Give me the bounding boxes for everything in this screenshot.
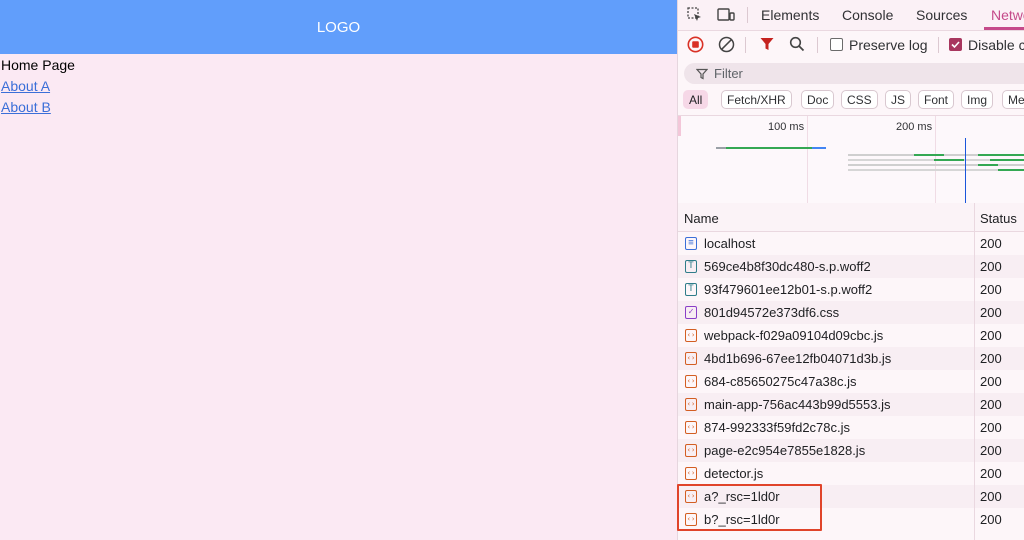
stylesheet-icon: ✓ [685,306,697,319]
table-row[interactable]: ✓ 801d94572e373df6.css 200 [678,301,1024,324]
request-status: 200 [980,351,1002,366]
table-row[interactable]: T 569ce4b8f30dc480-s.p.woff2 200 [678,255,1024,278]
disable-cache-checkbox[interactable] [949,38,962,51]
table-row[interactable]: ‹› detector.js 200 [678,462,1024,485]
network-toolbar: Preserve log Disable cache [678,31,1024,59]
devtools-panel: Elements Console Sources Network Preserv… [677,0,1024,540]
table-row[interactable]: ‹› 4bd1b696-67ee12fb04071d3b.js 200 [678,347,1024,370]
clear-icon[interactable] [717,35,735,53]
request-status: 200 [980,397,1002,412]
header-logo-bar: LOGO [0,0,677,54]
script-icon: ‹› [685,329,697,342]
table-header: Name Status [678,203,1024,232]
request-status: 200 [980,420,1002,435]
request-status: 200 [980,259,1002,274]
timeline-label-100ms: 100 ms [768,121,805,133]
table-row[interactable]: T 93f479601ee12b01-s.p.woff2 200 [678,278,1024,301]
devtools-tab-bar: Elements Console Sources Network [678,0,1024,31]
request-name: 569ce4b8f30dc480-s.p.woff2 [704,259,871,274]
timeline-label-200ms: 200 ms [896,121,933,133]
web-page: LOGO Home Page About A About B [0,0,677,540]
request-name: webpack-f029a09104d09cbc.js [704,328,884,343]
request-name: 93f479601ee12b01-s.p.woff2 [704,282,873,297]
request-name: localhost [704,236,756,251]
table-row[interactable]: ‹› b?_rsc=1ld0r 200 [678,508,1024,531]
active-tab-indicator [984,27,1024,30]
filter-funnel-icon[interactable] [758,35,776,53]
request-name: 4bd1b696-67ee12fb04071d3b.js [704,351,892,366]
inspect-element-icon[interactable] [686,6,704,24]
filter-all[interactable]: All [683,90,709,109]
tab-sources[interactable]: Sources [916,7,967,23]
request-status: 200 [980,305,1002,320]
column-divider[interactable] [974,203,975,540]
script-icon: ‹› [685,490,697,503]
about-b-link[interactable]: About B [1,99,51,115]
script-icon: ‹› [685,513,697,526]
table-row[interactable]: ‹› 684-c85650275c47a38c.js 200 [678,370,1024,393]
font-file-icon: T [685,283,697,296]
about-a-link[interactable]: About A [1,78,50,94]
filter-fetch-xhr[interactable]: Fetch/XHR [721,90,792,109]
request-status: 200 [980,489,1002,504]
table-row[interactable]: ≡ localhost 200 [678,232,1024,255]
script-icon: ‹› [685,444,697,457]
table-row[interactable]: ‹› webpack-f029a09104d09cbc.js 200 [678,324,1024,347]
request-name: a?_rsc=1ld0r [704,489,780,504]
request-name: page-e2c954e7855e1828.js [704,443,866,458]
network-timeline-overview[interactable]: 100 ms 200 ms [678,115,1024,204]
filter-icon [695,67,708,80]
request-status: 200 [980,328,1002,343]
table-row[interactable]: ‹› 874-992333f59fd2c78c.js 200 [678,416,1024,439]
device-toolbar-icon[interactable] [716,6,736,24]
stop-recording-icon[interactable] [686,35,704,53]
filter-js[interactable]: JS [885,90,912,109]
table-row[interactable]: ‹› a?_rsc=1ld0r 200 [678,485,1024,508]
tab-console[interactable]: Console [842,7,893,23]
column-header-name[interactable]: Name [684,211,719,226]
tab-network[interactable]: Network [991,7,1024,23]
document-icon: ≡ [685,237,697,250]
script-icon: ‹› [685,398,697,411]
request-status: 200 [980,466,1002,481]
filter-css[interactable]: CSS [841,90,878,109]
tab-elements[interactable]: Elements [761,7,819,23]
network-requests-table: Name Status ≡ localhost 200 T 569ce4b8f30dc4… [678,203,1024,540]
logo-text: LOGO [316,18,361,36]
filter-input[interactable]: Filter [684,63,1024,84]
preserve-log-label: Preserve log [849,37,928,53]
resource-type-filters: All Fetch/XHR Doc CSS JS Font Img Media [678,90,1024,112]
request-name: b?_rsc=1ld0r [704,512,780,527]
home-page-text: Home Page [1,57,75,73]
script-icon: ‹› [685,352,697,365]
table-row[interactable]: ‹› main-app-756ac443b99d5553.js 200 [678,393,1024,416]
filter-doc[interactable]: Doc [801,90,835,109]
filter-placeholder: Filter [714,66,743,81]
request-status: 200 [980,236,1002,251]
request-name: 874-992333f59fd2c78c.js [704,420,851,435]
request-status: 200 [980,282,1002,297]
request-name: detector.js [704,466,764,481]
font-file-icon: T [685,260,697,273]
script-icon: ‹› [685,375,697,388]
filter-font[interactable]: Font [918,90,955,109]
column-header-status[interactable]: Status [980,211,1017,226]
table-row[interactable]: ‹› page-e2c954e7855e1828.js 200 [678,439,1024,462]
script-icon: ‹› [685,421,697,434]
request-status: 200 [980,443,1002,458]
preserve-log-checkbox[interactable] [830,38,843,51]
request-status: 200 [980,374,1002,389]
filter-img[interactable]: Img [961,90,994,109]
request-name: 801d94572e373df6.css [704,305,840,320]
request-status: 200 [980,512,1002,527]
request-name: 684-c85650275c47a38c.js [704,374,857,389]
script-icon: ‹› [685,467,697,480]
filter-media[interactable]: Media [1002,90,1024,109]
request-name: main-app-756ac443b99d5553.js [704,397,891,412]
disable-cache-label: Disable cache [968,37,1024,53]
search-icon[interactable] [788,35,806,53]
